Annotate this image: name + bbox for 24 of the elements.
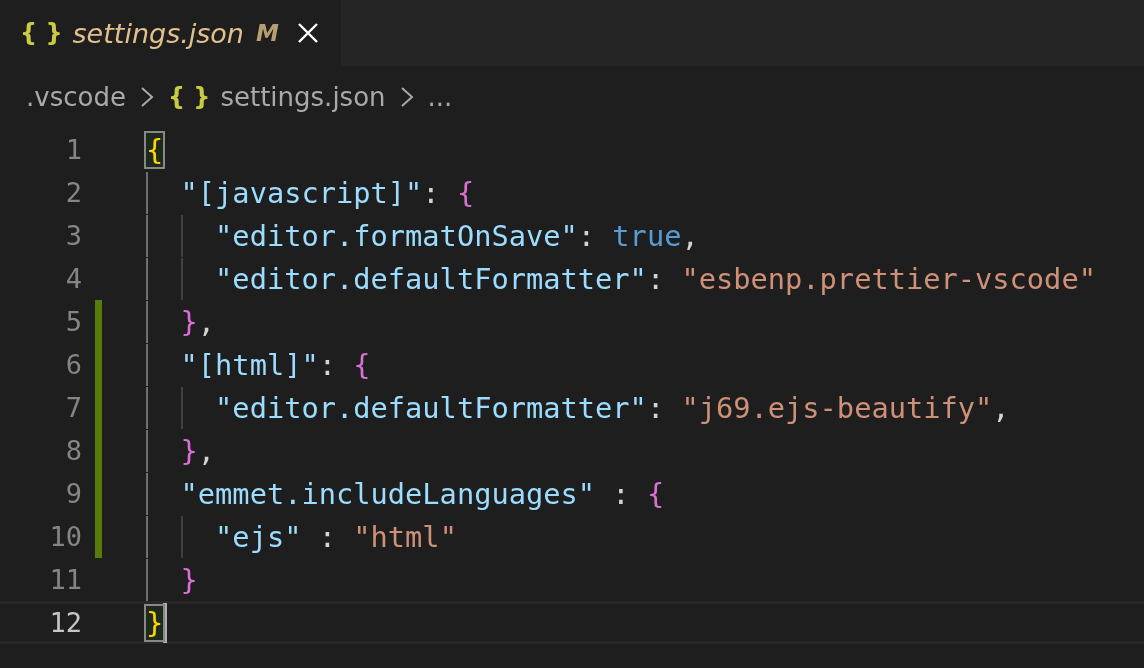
- breadcrumb-item[interactable]: settings.json: [220, 82, 386, 112]
- line-number: 7: [64, 392, 82, 423]
- line-number: 12: [48, 607, 82, 638]
- line-number: 2: [64, 177, 82, 208]
- text-cursor: [163, 602, 168, 643]
- editor-tab[interactable]: { } settings.json M: [0, 0, 341, 66]
- line-number: 6: [64, 349, 82, 380]
- line-number: 9: [64, 478, 82, 509]
- close-icon[interactable]: [296, 22, 319, 44]
- modified-label: M: [256, 20, 279, 46]
- breadcrumb-item[interactable]: .vscode: [26, 82, 126, 112]
- tab-label: settings.json: [72, 17, 244, 49]
- line-number: 4: [64, 263, 82, 294]
- json-file-icon: { }: [20, 19, 63, 47]
- line-number: 8: [64, 435, 82, 466]
- line-number: 10: [48, 521, 82, 552]
- chevron-icon: [399, 84, 414, 110]
- chevron-icon: [139, 84, 154, 110]
- line-number: 3: [64, 220, 82, 251]
- line-number: 5: [64, 306, 82, 337]
- line-number: 1: [64, 134, 82, 165]
- breadcrumb-item[interactable]: ...: [427, 82, 453, 112]
- line-number: 11: [48, 564, 82, 595]
- json-file-icon: { }: [167, 83, 211, 111]
